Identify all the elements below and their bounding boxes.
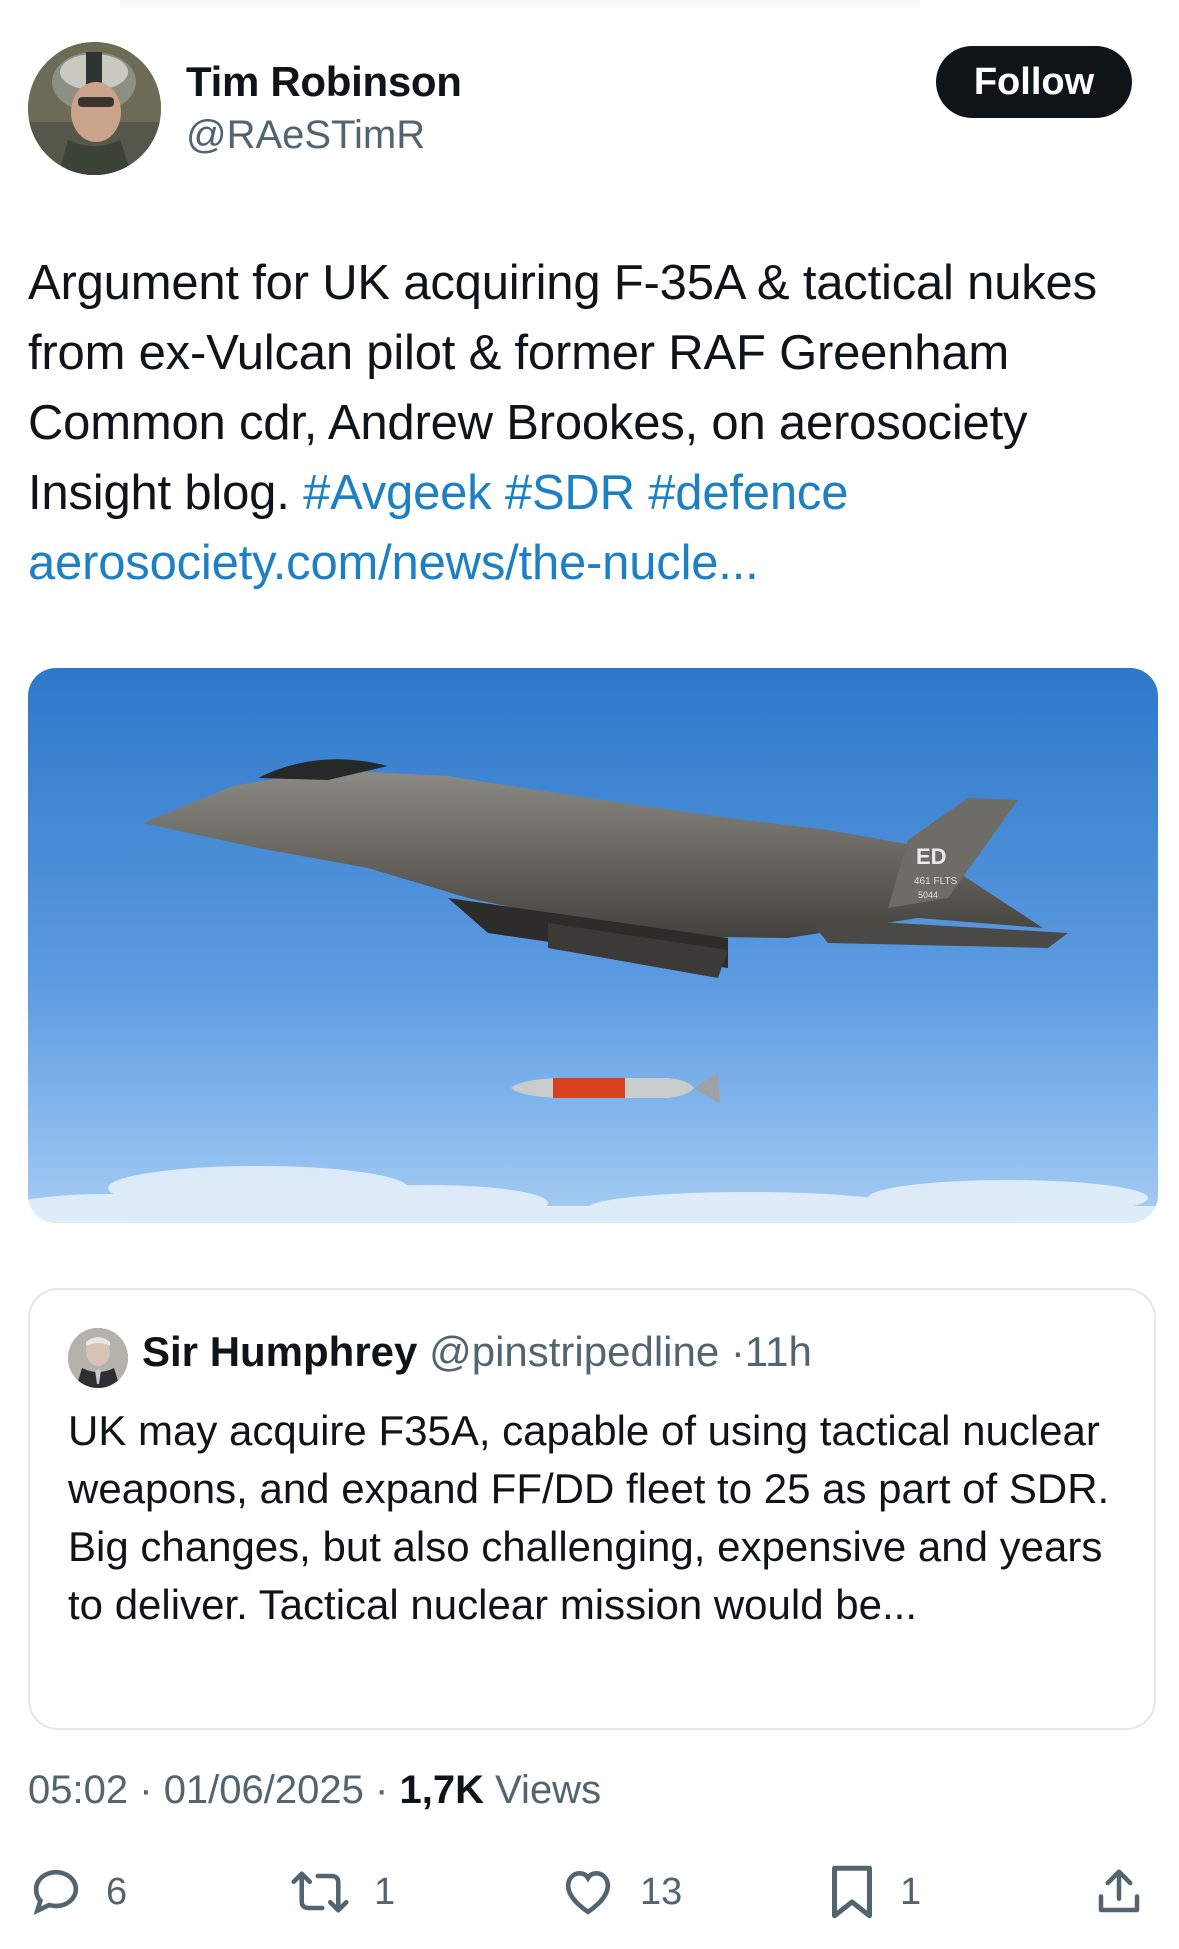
quoted-line-1: UK may acquire F35A, capable of using ta…: [68, 1407, 1110, 1512]
tweet-text: Argument for UK acquiring F-35A & tactic…: [28, 248, 1138, 598]
like-count: 13: [640, 1870, 683, 1913]
bookmark-count: 1: [900, 1870, 922, 1913]
bookmark-icon: [826, 1862, 878, 1922]
tweet-time[interactable]: 05:02: [28, 1768, 128, 1812]
views-label: Views: [495, 1768, 602, 1812]
follow-button[interactable]: Follow: [936, 46, 1132, 118]
like-button[interactable]: 13: [558, 1862, 682, 1922]
bookmark-button[interactable]: 1: [826, 1862, 921, 1922]
quoted-text: UK may acquire F35A, capable of using ta…: [68, 1402, 1128, 1634]
hashtag-avgeek[interactable]: #Avgeek: [303, 466, 492, 520]
author-handle[interactable]: @RAeSTimR: [186, 113, 425, 158]
tail-unit: 461 FLTS: [914, 876, 957, 887]
quoted-time[interactable]: 11h: [745, 1328, 812, 1375]
hashtag-defence[interactable]: #defence: [648, 466, 848, 520]
author-avatar[interactable]: [28, 42, 161, 175]
previous-tweet-edge: [120, 0, 920, 10]
share-icon: [1092, 1864, 1146, 1920]
quoted-tweet[interactable]: Sir Humphrey @pinstripedline ·11h UK may…: [28, 1288, 1156, 1730]
quoted-author-avatar[interactable]: [68, 1328, 128, 1388]
quoted-separator: ·: [730, 1328, 745, 1375]
tweet-meta: 05:02 · 01/06/2025 · 1,7K Views: [28, 1768, 601, 1813]
quoted-line-2: Big changes, but also challenging, expen…: [68, 1523, 1103, 1628]
tweet-date[interactable]: 01/06/2025: [164, 1768, 364, 1812]
tweet-image[interactable]: ED 461 FLTS 5044: [28, 668, 1158, 1223]
like-icon: [558, 1864, 618, 1920]
reply-count: 6: [106, 1870, 128, 1913]
views-count: 1,7K: [399, 1768, 484, 1812]
quoted-author-name[interactable]: Sir Humphrey: [142, 1328, 417, 1375]
repost-count: 1: [374, 1870, 396, 1913]
quoted-header: Sir Humphrey @pinstripedline ·11h: [142, 1328, 812, 1376]
article-link[interactable]: aerosociety.com/news/the-nucle...: [28, 536, 759, 590]
reply-button[interactable]: 6: [28, 1862, 127, 1922]
quoted-author-handle[interactable]: @pinstripedline: [429, 1328, 719, 1375]
share-button[interactable]: [1092, 1862, 1146, 1922]
tail-serial: 5044: [918, 890, 938, 900]
meta-separator: ·: [139, 1768, 153, 1812]
repost-icon: [288, 1864, 352, 1920]
reply-icon: [28, 1864, 84, 1920]
tail-code: ED: [916, 844, 947, 869]
hashtag-sdr[interactable]: #SDR: [505, 466, 635, 520]
repost-button[interactable]: 1: [288, 1862, 395, 1922]
meta-separator: ·: [375, 1768, 389, 1812]
author-name[interactable]: Tim Robinson: [186, 58, 462, 106]
